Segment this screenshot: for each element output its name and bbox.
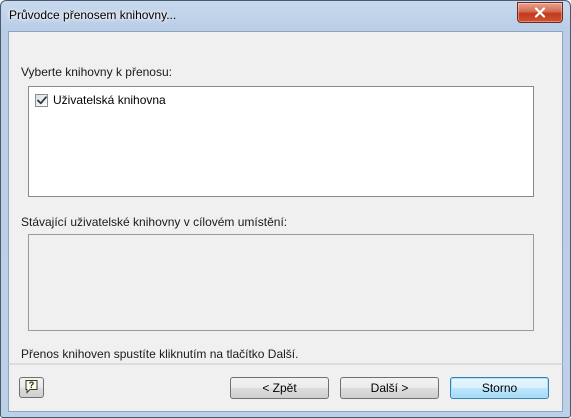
- close-button[interactable]: [517, 2, 563, 23]
- close-icon: [534, 7, 546, 18]
- dialog-content: Vyberte knihovny k přenosu: Uživatelská …: [8, 31, 563, 363]
- checkmark-icon: [36, 95, 47, 105]
- title-bar[interactable]: Průvodce přenosem knihovny...: [1, 1, 570, 31]
- next-button[interactable]: Další >: [340, 377, 439, 399]
- select-libraries-label: Vyberte knihovny k přenosu:: [21, 65, 172, 79]
- window-title: Průvodce přenosem knihovny...: [9, 8, 177, 22]
- back-button[interactable]: < Zpět: [230, 377, 329, 399]
- help-icon: ?: [24, 379, 39, 397]
- list-item[interactable]: Uživatelská knihovna: [35, 92, 166, 108]
- help-button[interactable]: ?: [19, 377, 44, 398]
- cancel-button[interactable]: Storno: [450, 377, 549, 399]
- separator: [9, 364, 562, 365]
- library-item-label: Uživatelská knihovna: [53, 93, 166, 107]
- svg-text:?: ?: [29, 380, 35, 390]
- existing-libraries-list: [28, 234, 534, 331]
- dialog-window: Průvodce přenosem knihovny... Vyberte kn…: [0, 0, 571, 418]
- existing-libraries-label: Stávající uživatelské knihovny v cílovém…: [21, 215, 288, 229]
- instruction-text: Přenos knihoven spustíte kliknutím na tl…: [21, 347, 299, 361]
- library-checkbox[interactable]: [35, 93, 48, 107]
- libraries-to-transfer-list[interactable]: Uživatelská knihovna: [28, 86, 534, 197]
